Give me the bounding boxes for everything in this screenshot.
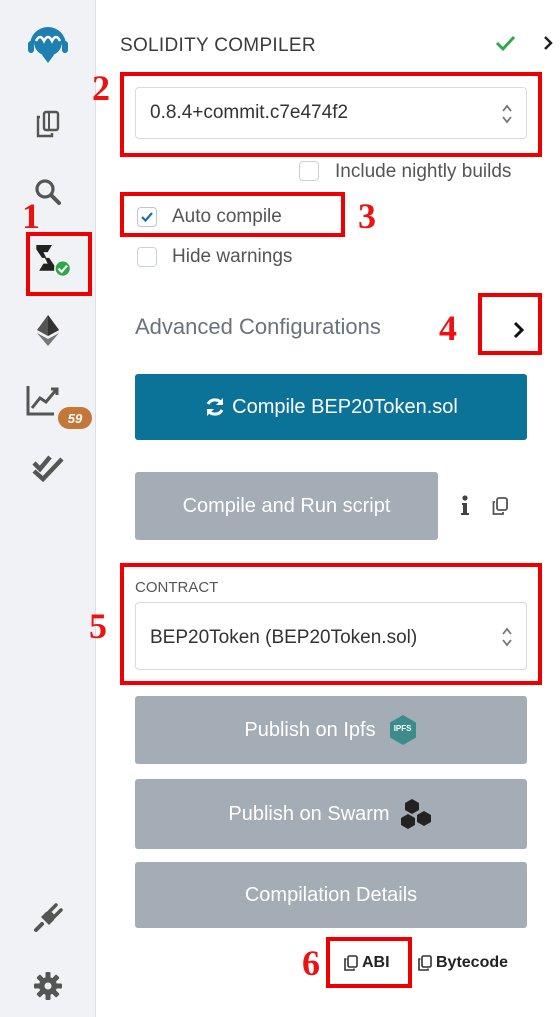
annotation-box-1 <box>26 232 92 296</box>
annotation-number-3: 3 <box>358 196 376 236</box>
compilation-details-button[interactable]: Compilation Details <box>135 862 527 928</box>
settings-icon[interactable] <box>28 966 68 1006</box>
icon-panel: 59 <box>0 0 96 1017</box>
plugin-manager-icon[interactable] <box>28 898 68 938</box>
file-explorer-icon[interactable] <box>28 104 68 144</box>
refresh-icon <box>206 398 224 416</box>
hide-warnings-checkbox[interactable] <box>137 247 157 267</box>
publish-swarm-button[interactable]: Publish on Swarm <box>135 779 527 849</box>
publish-ipfs-label: Publish on Ipfs <box>244 718 376 741</box>
compile-button-label: Compile BEP20Token.sol <box>232 395 458 418</box>
annotation-box-5 <box>120 563 542 685</box>
unit-testing-icon[interactable] <box>28 448 68 488</box>
compile-button[interactable]: Compile BEP20Token.sol <box>135 374 527 440</box>
copy-icon <box>418 955 432 971</box>
info-icon[interactable] <box>460 495 470 517</box>
annotation-number-2: 2 <box>92 68 110 108</box>
bytecode-label: Bytecode <box>436 954 509 971</box>
include-nightly-label: Include nightly builds <box>335 161 512 182</box>
compile-success-check-icon <box>494 32 516 54</box>
remix-logo-icon[interactable] <box>22 15 74 67</box>
annotation-number-6: 6 <box>302 943 320 983</box>
publish-ipfs-button[interactable]: Publish on Ipfs IPFS <box>135 696 527 764</box>
copy-bytecode-button[interactable]: Bytecode <box>418 952 508 974</box>
include-nightly-checkbox[interactable] <box>299 161 319 181</box>
panel-title: SOLIDITY COMPILER <box>120 35 316 56</box>
advanced-configurations-label[interactable]: Advanced Configurations <box>135 314 381 340</box>
compile-and-run-label: Compile and Run script <box>182 494 391 517</box>
ipfs-logo-icon: IPFS <box>388 714 418 746</box>
annotation-number-1: 1 <box>22 196 40 236</box>
annotation-number-4: 4 <box>439 308 457 348</box>
deploy-run-icon[interactable] <box>28 310 68 350</box>
annotation-box-2 <box>120 72 542 157</box>
hide-warnings-label: Hide warnings <box>172 246 293 267</box>
copy-icon[interactable] <box>492 497 508 515</box>
annotation-box-4 <box>478 293 542 355</box>
annotation-box-3 <box>120 192 345 237</box>
swarm-logo-icon <box>400 799 431 829</box>
annotation-number-5: 5 <box>89 606 107 646</box>
compilation-details-label: Compilation Details <box>244 883 418 906</box>
publish-swarm-label: Publish on Swarm <box>228 802 390 825</box>
notification-badge: 59 <box>58 407 92 429</box>
annotation-box-6 <box>326 937 412 988</box>
compile-and-run-button[interactable]: Compile and Run script <box>135 472 438 540</box>
chevron-right-icon[interactable] <box>542 34 554 52</box>
